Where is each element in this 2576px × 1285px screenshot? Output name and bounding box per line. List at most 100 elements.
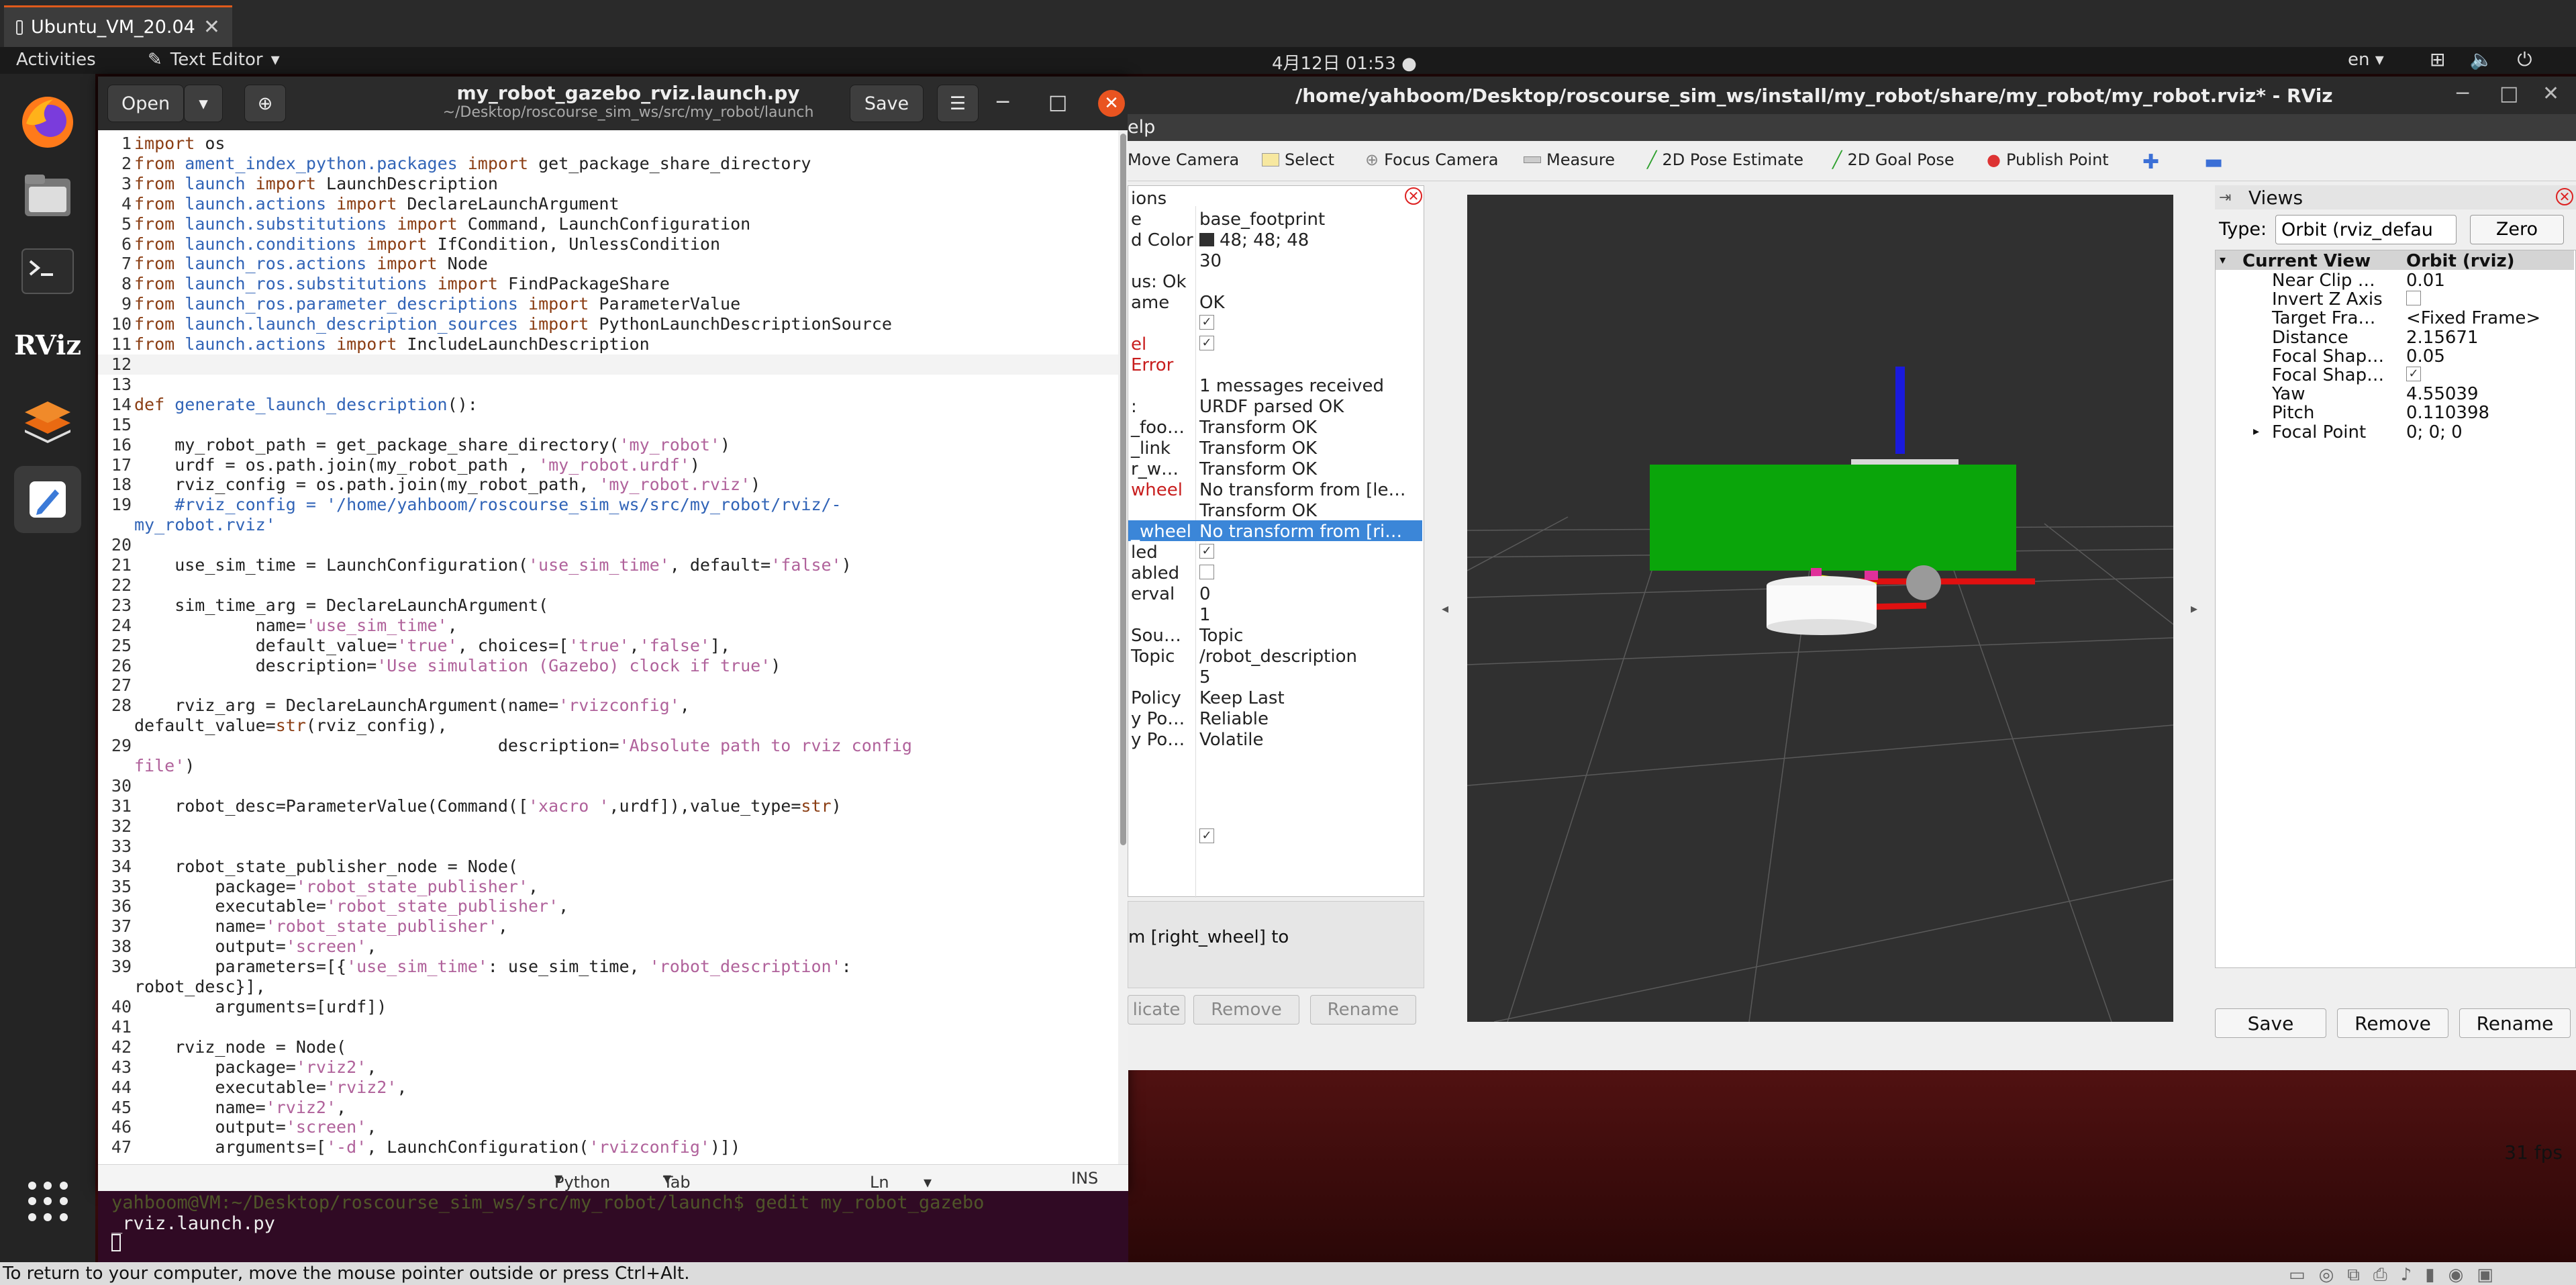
view-property-row[interactable]: Distance 2.15671: [2216, 327, 2574, 348]
display-row[interactable]: 5: [1128, 666, 1422, 687]
remove-view-button[interactable]: Remove: [2337, 1008, 2448, 1038]
display-row[interactable]: _link Transform OK: [1128, 437, 1422, 459]
display-row[interactable]: erval 0: [1128, 583, 1422, 604]
editor-scrollbar[interactable]: [1118, 130, 1128, 1164]
displays-tree[interactable]: ✕ ions e base_footprint d Color 48; 48; 48 30…: [1128, 185, 1424, 898]
language-selector[interactable]: Python ▾: [554, 1169, 610, 1192]
tool-2d-goal-pose[interactable]: ╱ 2D Goal Pose: [1832, 150, 1954, 169]
language-indicator[interactable]: en ▾: [2348, 50, 2384, 70]
new-tab-button[interactable]: ⊕: [244, 85, 286, 122]
display-row[interactable]: e base_footprint: [1128, 208, 1422, 230]
duplicate-button[interactable]: licate: [1128, 995, 1185, 1025]
firefox-icon[interactable]: [14, 89, 81, 156]
checkbox[interactable]: ✓: [1199, 828, 1214, 843]
close-icon[interactable]: ✕: [203, 15, 220, 39]
display-row[interactable]: ✓: [1128, 312, 1422, 333]
display-row[interactable]: d Color 48; 48; 48: [1128, 229, 1422, 250]
display-row[interactable]: ame OK: [1128, 291, 1422, 313]
display-row[interactable]: Error: [1128, 354, 1422, 375]
tool-publish-point[interactable]: ● Publish Point: [1987, 150, 2109, 169]
display-row[interactable]: wheel No transform from [le…: [1128, 479, 1422, 500]
display-row[interactable]: Topic/robot_description: [1128, 645, 1422, 667]
maximize-button[interactable]: □: [1042, 86, 1074, 118]
activities-button[interactable]: Activities: [16, 50, 96, 70]
save-button[interactable]: Save: [850, 85, 924, 122]
display-row[interactable]: Policy Keep Last: [1128, 687, 1422, 708]
display-row[interactable]: ✓ el: [1128, 333, 1422, 354]
vm-tab[interactable]: Ubuntu_VM_20.04 ✕: [4, 5, 232, 47]
system-tray[interactable]: ⊞ 🔈 ⏻: [2430, 48, 2532, 71]
checkbox[interactable]: [2406, 291, 2421, 306]
view-property-row[interactable]: Focal Shap… 0.05: [2216, 346, 2574, 367]
collapse-right-icon[interactable]: ▸: [2191, 600, 2197, 616]
menu-help[interactable]: elp: [1128, 117, 1155, 138]
close-icon[interactable]: ✕: [2556, 188, 2573, 205]
terminal-window[interactable]: yahboom@VM:~/Desktop/roscourse_sim_ws/sr…: [98, 1191, 1128, 1262]
minimize-button[interactable]: ─: [2457, 82, 2469, 105]
view-property-row[interactable]: ✓ Focal Shap…: [2216, 365, 2574, 385]
display-row[interactable]: 1: [1128, 604, 1422, 625]
terminal-icon[interactable]: [14, 238, 81, 305]
views-tree[interactable]: ▾ Current View Orbit (rviz) Near Clip … 0…: [2215, 250, 2576, 968]
display-row[interactable]: abled: [1128, 562, 1422, 583]
display-row[interactable]: y Po… Reliable: [1128, 708, 1422, 729]
display-row[interactable]: : URDF parsed OK: [1128, 395, 1422, 417]
display-row[interactable]: ions: [1128, 187, 1422, 209]
tab-width-selector[interactable]: Tab Width: 8 ▾: [663, 1169, 715, 1229]
open-button[interactable]: Open: [107, 85, 184, 122]
current-view-row[interactable]: ▾ Current View Orbit (rviz): [2216, 250, 2574, 271]
maximize-button[interactable]: □: [2499, 82, 2518, 105]
color-swatch[interactable]: [1199, 233, 1214, 246]
view-type-select[interactable]: Orbit (rviz_defau: [2275, 215, 2457, 244]
add-tool-icon[interactable]: ✚: [2142, 150, 2159, 174]
remove-tool-icon[interactable]: ▬: [2204, 150, 2223, 174]
close-window-button[interactable]: ✕: [2542, 82, 2559, 105]
tool-focus-camera[interactable]: ⊕ Focus Camera: [1365, 150, 1498, 169]
view-property-row[interactable]: Invert Z Axis: [2216, 289, 2574, 310]
rviz-icon[interactable]: RViz: [14, 312, 81, 379]
3d-viewport[interactable]: [1467, 195, 2173, 1022]
collapse-left-icon[interactable]: ◂: [1442, 600, 1448, 616]
display-row[interactable]: ✓ led: [1128, 541, 1422, 563]
display-row[interactable]: us: Ok: [1128, 271, 1422, 292]
hamburger-menu-button[interactable]: ☰: [937, 85, 979, 122]
remove-display-button[interactable]: Remove: [1193, 995, 1299, 1025]
checkbox[interactable]: ✓: [2406, 367, 2421, 381]
app-launcher-stack-icon[interactable]: [14, 387, 81, 454]
display-row[interactable]: _foo… Transform OK: [1128, 416, 1422, 438]
close-window-button[interactable]: ✕: [1098, 90, 1125, 117]
text-editor-dock-icon[interactable]: [14, 466, 81, 533]
tool-2d-pose-estimate[interactable]: ╱ 2D Pose Estimate: [1647, 150, 1803, 169]
display-row[interactable]: y Po… Volatile: [1128, 728, 1422, 750]
app-menu[interactable]: ✎ Text Editor ▾: [148, 50, 280, 70]
zero-button[interactable]: Zero: [2470, 215, 2564, 244]
view-property-row[interactable]: Target Fra… <Fixed Frame>: [2216, 307, 2574, 328]
expand-icon[interactable]: ▸: [2253, 424, 2259, 438]
tool-move-camera[interactable]: Move Camera: [1128, 150, 1239, 169]
checkbox[interactable]: ✓: [1199, 544, 1214, 559]
tool-select[interactable]: Select: [1262, 150, 1334, 169]
open-menu-button[interactable]: ▾: [184, 85, 223, 122]
view-property-row[interactable]: ▸ Focal Point 0; 0; 0: [2216, 422, 2574, 442]
display-row[interactable]: 30: [1128, 250, 1422, 271]
clock[interactable]: 4月12日 01:53 ●: [1272, 50, 1417, 75]
display-row[interactable]: _wheel No transform from [ri…: [1128, 520, 1422, 542]
checkbox[interactable]: ✓: [1199, 336, 1214, 350]
code-editor[interactable]: 1 import os 2 from ament_index_python.packa…: [98, 130, 1118, 1164]
display-row[interactable]: Sou… Topic: [1128, 624, 1422, 646]
vm-device-icons[interactable]: ▭ ◎ ⧉ ⎙ ♪ ▮ ◉ ▣: [2289, 1265, 2493, 1285]
expand-icon[interactable]: ▾: [2220, 253, 2226, 267]
show-apps-icon[interactable]: [28, 1182, 68, 1222]
view-property-row[interactable]: Near Clip … 0.01: [2216, 270, 2574, 291]
display-row[interactable]: 1 messages received: [1128, 375, 1422, 396]
display-row[interactable]: r_w… Transform OK: [1128, 458, 1422, 479]
checkbox[interactable]: ✓: [1199, 315, 1214, 330]
files-icon[interactable]: [14, 161, 81, 228]
display-row[interactable]: Transform OK: [1128, 499, 1422, 521]
checkbox[interactable]: [1199, 565, 1214, 579]
view-property-row[interactable]: Yaw 4.55039: [2216, 383, 2574, 404]
view-property-row[interactable]: Pitch 0.110398: [2216, 402, 2574, 423]
rename-display-button[interactable]: Rename: [1310, 995, 1416, 1025]
minimize-button[interactable]: ─: [987, 86, 1019, 118]
tool-measure[interactable]: Measure: [1524, 150, 1615, 169]
